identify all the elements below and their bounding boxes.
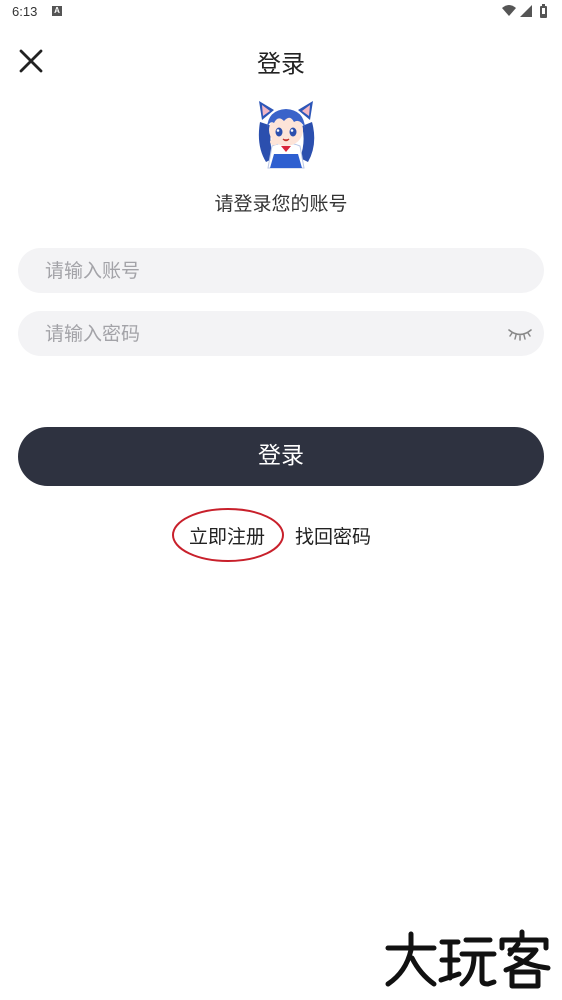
notification-badge: A — [52, 6, 62, 16]
close-icon[interactable] — [16, 46, 46, 76]
anime-catgirl-avatar — [258, 101, 315, 169]
battery-icon — [540, 4, 547, 18]
account-field-container — [18, 248, 544, 293]
status-time: 6:13 — [12, 4, 38, 19]
login-page: 6:13 A 登录 请登录您的账号 请输入账号 登录 立即注册 找回密码 — [0, 0, 562, 1000]
login-button[interactable]: 登录 — [18, 427, 544, 486]
password-input[interactable] — [18, 311, 544, 356]
recover-password-link[interactable]: 找回密码 — [295, 522, 371, 549]
password-field-container — [18, 311, 544, 356]
login-prompt: 请登录您的账号 — [214, 193, 348, 215]
signal-icon — [520, 5, 532, 17]
register-link[interactable]: 立即注册 — [189, 522, 265, 549]
account-input[interactable] — [18, 248, 544, 293]
status-icons — [502, 4, 547, 18]
status-bar: 6:13 A — [0, 0, 562, 24]
eye-closed-icon[interactable] — [506, 323, 534, 343]
wifi-icon — [502, 5, 516, 16]
page-title: 登录 — [257, 50, 305, 78]
watermark-logo — [385, 929, 551, 989]
